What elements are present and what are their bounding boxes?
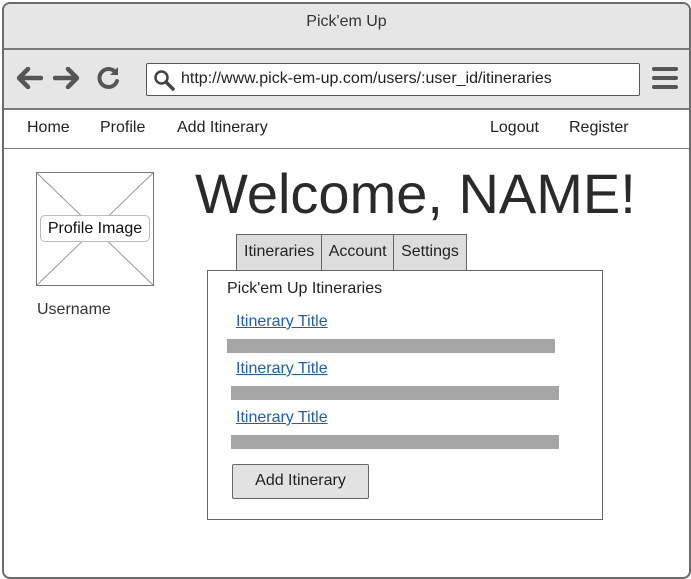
itineraries-panel: Pick'em Up Itineraries Itinerary Title I… [207, 270, 603, 520]
tab-account[interactable]: Account [320, 234, 395, 270]
itinerary-title-link[interactable]: Itinerary Title [236, 313, 328, 331]
back-arrow-icon[interactable] [16, 64, 44, 92]
browser-window: Pick'em Up http://www.pick-em-up.com/use… [2, 2, 691, 579]
forward-arrow-icon[interactable] [52, 64, 80, 92]
itinerary-title-link[interactable]: Itinerary Title [236, 409, 328, 427]
address-bar[interactable]: http://www.pick-em-up.com/users/:user_id… [146, 63, 640, 96]
search-icon [153, 69, 175, 91]
itinerary-description-placeholder [227, 339, 555, 353]
browser-toolbar: http://www.pick-em-up.com/users/:user_id… [4, 50, 689, 110]
itinerary-description-placeholder [231, 435, 559, 449]
tab-bar: Itineraries Account Settings [236, 234, 467, 271]
tab-settings[interactable]: Settings [393, 234, 467, 270]
url-text: http://www.pick-em-up.com/users/:user_id… [181, 70, 552, 87]
menu-icon[interactable] [652, 67, 678, 91]
tab-itineraries[interactable]: Itineraries [236, 234, 323, 270]
add-itinerary-button[interactable]: Add Itinerary [232, 464, 369, 499]
welcome-heading: Welcome, NAME! [195, 162, 636, 225]
title-bar: Pick'em Up [4, 4, 689, 50]
itinerary-title-link[interactable]: Itinerary Title [236, 360, 328, 378]
nav-logout[interactable]: Logout [490, 119, 539, 137]
window-title: Pick'em Up [306, 13, 387, 30]
nav-home[interactable]: Home [27, 119, 70, 137]
nav-register[interactable]: Register [569, 119, 629, 137]
username: Username [37, 301, 111, 318]
profile-image: Profile Image [36, 172, 154, 286]
site-nav: Home Profile Add Itinerary Logout Regist… [4, 110, 689, 149]
itinerary-description-placeholder [231, 386, 559, 400]
reload-icon[interactable] [95, 64, 123, 92]
nav-add-itinerary[interactable]: Add Itinerary [177, 119, 268, 137]
profile-image-label: Profile Image [40, 215, 150, 242]
panel-heading: Pick'em Up Itineraries [227, 280, 383, 297]
nav-profile[interactable]: Profile [100, 119, 145, 137]
